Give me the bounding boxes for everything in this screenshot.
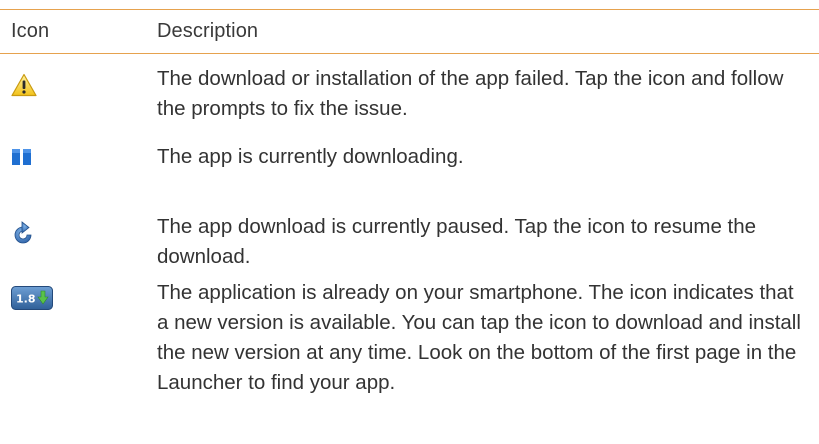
table-top-rule xyxy=(0,9,819,10)
pause-icon xyxy=(11,148,33,171)
column-header-icon: Icon xyxy=(11,20,50,42)
table-row-description: The application is already on your smart… xyxy=(157,281,801,394)
table-row-description: The download or installation of the app … xyxy=(157,67,784,120)
table-row-description: The app download is currently paused. Ta… xyxy=(157,215,757,268)
update-version-icon: 1.8 xyxy=(11,286,53,315)
refresh-icon xyxy=(11,221,35,252)
table-row-description: The app is currently downloading. xyxy=(157,145,464,168)
column-header-description: Description xyxy=(157,20,259,42)
header-rule xyxy=(0,53,819,54)
version-label: 1.8 xyxy=(16,293,36,306)
warning-icon xyxy=(11,73,37,102)
